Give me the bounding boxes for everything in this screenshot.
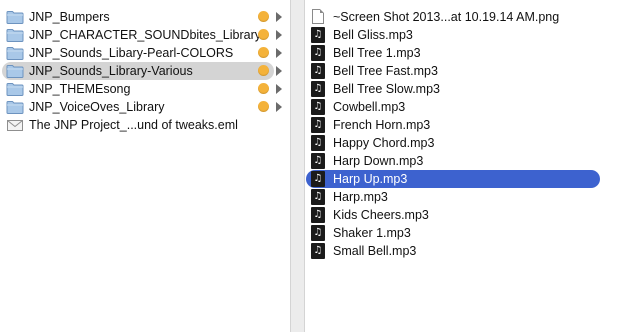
- envelope-icon: [6, 118, 24, 132]
- audio-file-icon: [311, 135, 325, 151]
- file-row-shaker-1[interactable]: Shaker 1.mp3: [305, 224, 636, 242]
- folder-icon: [6, 28, 24, 42]
- orange-tag-dot: [258, 11, 269, 22]
- disclosure-arrow-icon: [276, 12, 282, 22]
- file-label: Bell Tree Fast.mp3: [333, 64, 438, 78]
- audio-file-icon: [311, 189, 325, 205]
- file-label: ~Screen Shot 2013...at 10.19.14 AM.png: [333, 10, 560, 24]
- folder-icon: [6, 46, 24, 60]
- orange-tag-dot: [258, 101, 269, 112]
- folder-row-themesong[interactable]: JNP_THEMEsong: [0, 80, 290, 98]
- disclosure-arrow-icon: [276, 66, 282, 76]
- file-label: Small Bell.mp3: [333, 244, 417, 258]
- folder-label: JNP_CHARACTER_SOUNDbites_Library: [29, 28, 262, 42]
- file-label: Happy Chord.mp3: [333, 136, 435, 150]
- folder-icon: [6, 10, 24, 24]
- audio-file-icon: [311, 63, 325, 79]
- folder-icon: [6, 64, 24, 78]
- email-file-row[interactable]: The JNP Project_...und of tweaks.eml: [0, 116, 290, 134]
- file-row-kids-cheers[interactable]: Kids Cheers.mp3: [305, 206, 636, 224]
- folder-column: JNP_Bumpers JNP_CHARACTER_SOUNDbites_Lib…: [0, 0, 290, 332]
- file-column: ~Screen Shot 2013...at 10.19.14 AM.png B…: [305, 0, 636, 332]
- file-row-bell-tree-fast[interactable]: Bell Tree Fast.mp3: [305, 62, 636, 80]
- audio-file-icon: [311, 207, 325, 223]
- audio-file-icon: [311, 153, 325, 169]
- folder-label: JNP_Sounds_Libary-Pearl-COLORS: [29, 46, 234, 60]
- audio-file-icon: [311, 171, 325, 187]
- audio-file-icon: [311, 243, 325, 259]
- file-row-harp-up-selected[interactable]: Harp Up.mp3: [306, 170, 600, 188]
- folder-row-sounds-various-selected[interactable]: JNP_Sounds_Library-Various: [2, 62, 282, 80]
- file-row-bell-tree-1[interactable]: Bell Tree 1.mp3: [305, 44, 636, 62]
- file-row-happy-chord[interactable]: Happy Chord.mp3: [305, 134, 636, 152]
- file-row-bell-gliss[interactable]: Bell Gliss.mp3: [305, 26, 636, 44]
- folder-row-character-soundbites[interactable]: JNP_CHARACTER_SOUNDbites_Library: [0, 26, 290, 44]
- file-label: Harp Down.mp3: [333, 154, 424, 168]
- file-label: French Horn.mp3: [333, 118, 431, 132]
- file-row-harp[interactable]: Harp.mp3: [305, 188, 636, 206]
- orange-tag-dot: [258, 29, 269, 40]
- audio-file-icon: [311, 117, 325, 133]
- disclosure-arrow-icon: [276, 30, 282, 40]
- folder-icon: [6, 100, 24, 114]
- file-label: Bell Tree 1.mp3: [333, 46, 421, 60]
- file-row-bell-tree-slow[interactable]: Bell Tree Slow.mp3: [305, 80, 636, 98]
- file-row-french-horn[interactable]: French Horn.mp3: [305, 116, 636, 134]
- file-label: Bell Tree Slow.mp3: [333, 82, 440, 96]
- folder-label: JNP_VoiceOves_Library: [29, 100, 165, 114]
- file-label: Harp.mp3: [333, 190, 388, 204]
- file-label: Shaker 1.mp3: [333, 226, 411, 240]
- disclosure-arrow-icon: [276, 48, 282, 58]
- disclosure-arrow-icon: [276, 102, 282, 112]
- column-divider[interactable]: [290, 0, 305, 332]
- orange-tag-dot: [258, 47, 269, 58]
- file-row-harp-down[interactable]: Harp Down.mp3: [305, 152, 636, 170]
- folder-row-jnp-bumpers[interactable]: JNP_Bumpers: [0, 8, 290, 26]
- folder-label: JNP_Bumpers: [29, 10, 110, 24]
- file-label: Kids Cheers.mp3: [333, 208, 429, 222]
- orange-tag-dot: [258, 83, 269, 94]
- folder-label: JNP_Sounds_Library-Various: [29, 64, 193, 78]
- audio-file-icon: [311, 99, 325, 115]
- audio-file-icon: [311, 45, 325, 61]
- file-row-screenshot[interactable]: ~Screen Shot 2013...at 10.19.14 AM.png: [305, 8, 636, 26]
- disclosure-arrow-icon: [276, 84, 282, 94]
- document-icon: [312, 9, 324, 24]
- file-row-cowbell[interactable]: Cowbell.mp3: [305, 98, 636, 116]
- file-row-small-bell[interactable]: Small Bell.mp3: [305, 242, 636, 260]
- audio-file-icon: [311, 225, 325, 241]
- folder-icon: [6, 82, 24, 96]
- file-label: Cowbell.mp3: [333, 100, 406, 114]
- audio-file-icon: [311, 81, 325, 97]
- file-label: Harp Up.mp3: [333, 172, 408, 186]
- orange-tag-dot: [258, 65, 269, 76]
- folder-row-voiceoves[interactable]: JNP_VoiceOves_Library: [0, 98, 290, 116]
- file-label: The JNP Project_...und of tweaks.eml: [29, 118, 238, 132]
- folder-label: JNP_THEMEsong: [29, 82, 131, 96]
- file-label: Bell Gliss.mp3: [333, 28, 413, 42]
- audio-file-icon: [311, 27, 325, 43]
- folder-row-pearl-colors[interactable]: JNP_Sounds_Libary-Pearl-COLORS: [0, 44, 290, 62]
